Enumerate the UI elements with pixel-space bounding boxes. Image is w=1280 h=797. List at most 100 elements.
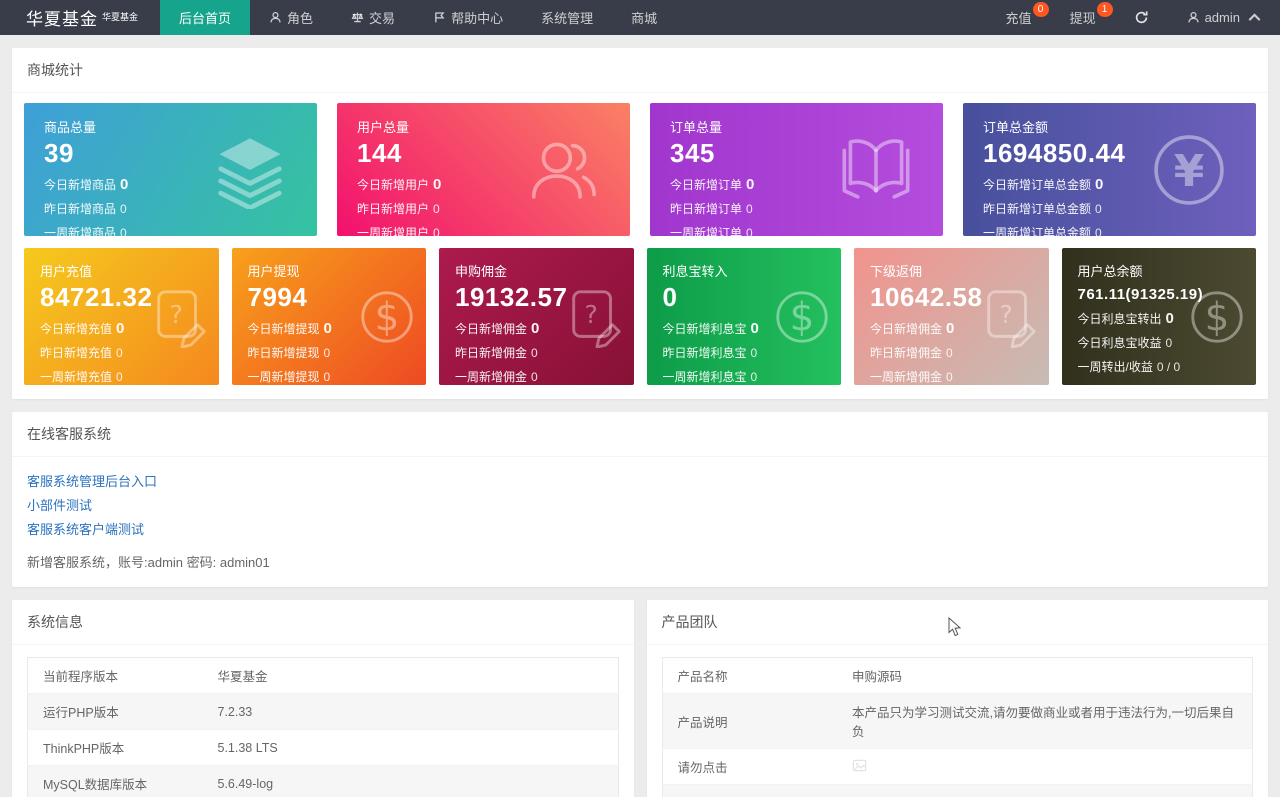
scale-icon [351, 11, 364, 24]
nav-item-system-manage[interactable]: 系统管理 [522, 0, 612, 35]
card-stat-line: 一周新增利息宝 0 [662, 370, 758, 384]
dollar-circle-icon [356, 286, 418, 348]
row-label: ThinkPHP版本 [27, 729, 203, 766]
layers-icon [211, 131, 289, 209]
yen-circle-icon [1150, 131, 1228, 209]
card-stat-line: 一周新增商品 0 [44, 226, 127, 236]
withdraw-button[interactable]: 提现 1 [1051, 0, 1115, 35]
card-title: 用户总余额 [1077, 264, 1143, 279]
stat-card-user-balance[interactable]: 用户总余额 761.11(91325.19) 今日利息宝转出 0 今日利息宝收益 0… [1061, 248, 1256, 385]
stat-card-sub-rebate[interactable]: 下级返佣 10642.58 今日新增佣金 0 昨日新增佣金 0 一周新增佣金 0 [854, 248, 1049, 385]
service-client-test-link[interactable]: 客服系统客户端测试 [27, 521, 1253, 539]
stats-cards-body: 商品总量 39 今日新增商品 0 昨日新增商品 0 一周新增商品 0 用户总量 144… [12, 93, 1268, 399]
doc-question-icon [979, 286, 1041, 348]
product-team-table: 产品名称 申购源码 产品说明 本产品只为学习测试交流,请勿要做商业或者用于违法行为,… [661, 657, 1253, 797]
system-info-table: 当前程序版本 华夏基金 运行PHP版本 7.2.33 ThinkPHP版本 5.1.3… [27, 657, 619, 797]
nav-item-mall[interactable]: 商城 [612, 0, 676, 35]
stat-card-withdraw[interactable]: 用户提现 7994 今日新增提现 0 昨日新增提现 0 一周新增提现 0 [231, 248, 426, 385]
stat-card-order-amount[interactable]: 订单总金额 1694850.44 今日新增订单总金额 0 昨日新增订单总金额 0 一… [963, 103, 1256, 236]
user-menu[interactable]: admin [1168, 0, 1280, 35]
nav-item-label: 帮助中心 [451, 11, 504, 26]
users-icon [524, 131, 602, 209]
table-row: 当前程序版本 华夏基金 [27, 657, 618, 694]
stats-row-2: 用户充值 84721.32 今日新增充值 0 昨日新增充值 0 一周新增充值 0 用户… [24, 248, 1256, 385]
dollar-circle-icon [771, 286, 833, 348]
row-value [837, 748, 1253, 785]
row-value: 5.1.38 LTS [202, 729, 618, 766]
card-stat-line: 一周新增订单总金额 0 [983, 226, 1102, 236]
app-logo-sup: 华夏基金 [102, 12, 139, 22]
nav-item-trade[interactable]: 交易 [332, 0, 414, 35]
online-service-title: 在线客服系统 [12, 412, 1268, 457]
table-row: 请勿点击 [662, 748, 1253, 785]
book-icon [837, 131, 915, 209]
doc-question-icon [149, 286, 211, 348]
system-info-panel: 系统信息 当前程序版本 华夏基金 运行PHP版本 7.2.33 ThinkPHP版本… [12, 600, 634, 797]
table-row: 运行PHP版本 7.2.33 [27, 693, 618, 730]
navbar-right: 充值 0 提现 1 admin [987, 0, 1280, 35]
table-row: 产品名称 申购源码 [662, 657, 1253, 694]
nav-item-label: 交易 [369, 11, 396, 26]
product-team-panel: 产品团队 产品名称 申购源码 产品说明 本产品只为学习测试交流,请勿要做商业或者用于… [646, 600, 1268, 797]
blocked-image-icon[interactable] [852, 758, 867, 773]
doc-question-icon [564, 286, 626, 348]
stat-card-interest-in[interactable]: 利息宝转入 0 今日新增利息宝 0 昨日新增利息宝 0 一周新增利息宝 0 [646, 248, 841, 385]
row-value: 7.2.33 [202, 693, 618, 730]
nav-item-label: 角色 [287, 11, 314, 26]
username: admin [1204, 10, 1240, 25]
card-title: 下级返佣 [870, 264, 923, 279]
recharge-label: 充值 [1005, 11, 1032, 26]
product-team-title: 产品团队 [646, 600, 1268, 645]
widget-test-link[interactable]: 小部件测试 [27, 497, 1253, 515]
person-icon [269, 11, 282, 24]
card-title: 用户充值 [40, 264, 93, 279]
nav-item-roles[interactable]: 角色 [250, 0, 332, 35]
person-icon [1187, 11, 1200, 24]
chevron-up-icon [1248, 13, 1261, 21]
stat-card-products[interactable]: 商品总量 39 今日新增商品 0 昨日新增商品 0 一周新增商品 0 [24, 103, 317, 236]
stat-card-recharge[interactable]: 用户充值 84721.32 今日新增充值 0 昨日新增充值 0 一周新增充值 0 [24, 248, 219, 385]
row-value: 25.5M [837, 784, 1253, 797]
service-account-note: 新增客服系统，账号:admin 密码: admin01 [27, 555, 270, 570]
card-title: 利息宝转入 [662, 264, 728, 279]
row-label: 请勿点击 [662, 748, 837, 785]
stat-card-subscribe-commission[interactable]: 申购佣金 19132.57 今日新增佣金 0 昨日新增佣金 0 一周新增佣金 0 [439, 248, 634, 385]
stat-card-users[interactable]: 用户总量 144 今日新增用户 0 昨日新增用户 0 一周新增用户 0 [337, 103, 630, 236]
row-label: 产品大小 [662, 784, 837, 797]
card-stat-line: 一周转出/收益 0 / 0 [1077, 360, 1181, 374]
stat-card-orders[interactable]: 订单总量 345 今日新增订单 0 昨日新增订单 0 一周新增订单 0 [650, 103, 943, 236]
row-value: 本产品只为学习测试交流,请勿要做商业或者用于违法行为,一切后果自负 [837, 693, 1253, 749]
row-label: MySQL数据库版本 [27, 765, 203, 797]
table-row: 产品大小25.5M [662, 784, 1253, 797]
mall-stats-title: 商城统计 [12, 48, 1268, 93]
card-stat-line: 一周新增佣金 0 [870, 370, 953, 384]
card-title: 用户提现 [247, 264, 300, 279]
card-title: 申购佣金 [455, 264, 508, 279]
refresh-button[interactable] [1115, 0, 1168, 35]
flag-icon [433, 11, 446, 24]
card-stat-line: 一周新增用户 0 [357, 226, 440, 236]
app-logo[interactable]: 华夏基金 华夏基金 [0, 0, 160, 35]
nav-item-help-center[interactable]: 帮助中心 [414, 0, 522, 35]
system-info-title: 系统信息 [12, 600, 634, 645]
table-row: MySQL数据库版本 5.6.49-log [27, 765, 618, 797]
stats-row-1: 商品总量 39 今日新增商品 0 昨日新增商品 0 一周新增商品 0 用户总量 144… [24, 103, 1256, 236]
online-service-body: 客服系统管理后台入口 小部件测试 客服系统客户端测试 新增客服系统，账号:adm… [12, 457, 1268, 587]
recharge-button[interactable]: 充值 0 [987, 0, 1051, 35]
nav-item-dashboard[interactable]: 后台首页 [160, 0, 251, 35]
card-stat-line: 一周新增提现 0 [247, 370, 331, 384]
mall-stats-panel: 商城统计 商品总量 39 今日新增商品 0 昨日新增商品 0 一周新增商品 0 用户总… [12, 48, 1268, 399]
refresh-icon [1134, 10, 1149, 25]
bottom-panels: 系统信息 当前程序版本 华夏基金 运行PHP版本 7.2.33 ThinkPHP版本… [12, 600, 1268, 797]
row-value: 华夏基金 [202, 657, 618, 694]
row-label: 运行PHP版本 [27, 693, 203, 730]
main-menu: 后台首页 角色 交易 帮助中心 系统管理 商城 [160, 0, 676, 35]
online-service-panel: 在线客服系统 客服系统管理后台入口 小部件测试 客服系统客户端测试 新增客服系统… [12, 412, 1268, 587]
table-row: 产品说明 本产品只为学习测试交流,请勿要做商业或者用于违法行为,一切后果自负 [662, 693, 1253, 749]
app-logo-text: 华夏基金 [26, 10, 98, 29]
row-value: 5.6.49-log [202, 765, 618, 797]
row-label: 产品说明 [662, 693, 837, 749]
row-value: 申购源码 [837, 657, 1253, 694]
dollar-circle-icon [1186, 286, 1248, 348]
service-admin-entry-link[interactable]: 客服系统管理后台入口 [27, 473, 1253, 491]
